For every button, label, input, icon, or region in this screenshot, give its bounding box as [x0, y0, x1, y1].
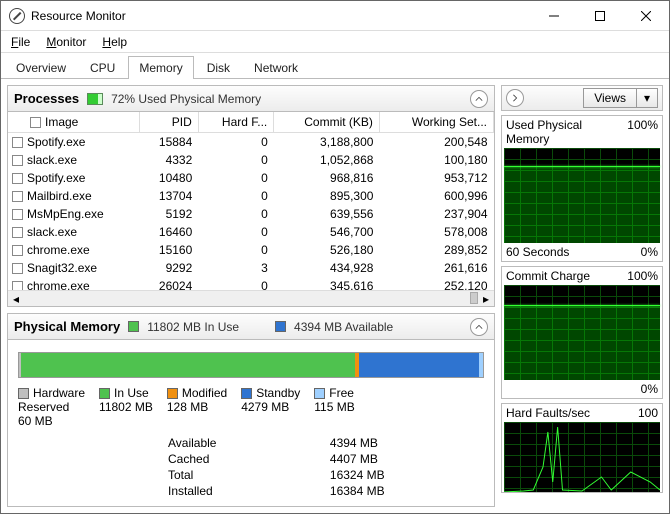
memory-usage-bar-icon: [87, 93, 103, 105]
inuse-text: 11802 MB In Use: [147, 320, 239, 334]
available-text: 4394 MB Available: [294, 320, 393, 334]
row-checkbox[interactable]: [12, 245, 23, 256]
scroll-left-icon[interactable]: ◂: [8, 291, 24, 306]
table-row[interactable]: Snagit32.exe92923434,928261,616: [8, 259, 494, 277]
table-row[interactable]: Spotify.exe104800968,816953,712: [8, 169, 494, 187]
menu-help[interactable]: Help: [96, 33, 133, 51]
col-commit[interactable]: Commit (KB): [274, 112, 380, 133]
tab-disk[interactable]: Disk: [196, 56, 241, 79]
views-label: Views: [584, 91, 636, 105]
memory-stats: Available4394 MB Cached4407 MB Total1632…: [168, 436, 484, 498]
table-row[interactable]: Spotify.exe1588403,188,800200,548: [8, 133, 494, 152]
available-swatch-icon: [275, 321, 286, 332]
graph-used-memory: Used Physical Memory100% 60 Seconds0%: [501, 115, 663, 262]
table-row[interactable]: chrome.exe260240345,616252,120: [8, 277, 494, 290]
row-checkbox[interactable]: [12, 209, 23, 220]
processes-header[interactable]: Processes 72% Used Physical Memory: [8, 86, 494, 112]
memory-legend: HardwareReserved60 MB In Use11802 MB Mod…: [18, 386, 484, 428]
window-title: Resource Monitor: [31, 9, 531, 23]
tab-overview[interactable]: Overview: [5, 56, 77, 79]
close-button[interactable]: [623, 1, 669, 30]
physical-memory-panel: Physical Memory 11802 MB In Use 4394 MB …: [7, 313, 495, 507]
row-checkbox[interactable]: [12, 263, 23, 274]
table-row[interactable]: MsMpEng.exe51920639,556237,904: [8, 205, 494, 223]
legend-inuse: In Use11802 MB: [99, 386, 153, 428]
memory-usage-text: 72% Used Physical Memory: [111, 92, 261, 106]
menu-bar: File Monitor Help: [1, 31, 669, 53]
tab-memory[interactable]: Memory: [128, 56, 193, 79]
tab-bar: Overview CPU Memory Disk Network: [1, 53, 669, 79]
physical-memory-header[interactable]: Physical Memory 11802 MB In Use 4394 MB …: [8, 314, 494, 340]
expand-right-icon[interactable]: [506, 89, 524, 107]
col-hardfaults[interactable]: Hard F...: [198, 112, 274, 133]
scroll-right-icon[interactable]: ▸: [478, 291, 494, 306]
legend-hardware: HardwareReserved60 MB: [18, 386, 85, 428]
inuse-swatch-icon: [128, 321, 139, 332]
processes-title: Processes: [14, 91, 79, 106]
menu-file[interactable]: File: [5, 33, 36, 51]
tab-network[interactable]: Network: [243, 56, 309, 79]
collapse-physmem-icon[interactable]: [470, 318, 488, 336]
views-button[interactable]: Views ▾: [583, 88, 658, 108]
table-row[interactable]: slack.exe164600546,700578,008: [8, 223, 494, 241]
row-checkbox[interactable]: [12, 137, 23, 148]
row-checkbox[interactable]: [12, 227, 23, 238]
app-icon: [9, 8, 25, 24]
legend-standby: Standby4279 MB: [241, 386, 300, 428]
legend-free: Free115 MB: [314, 386, 354, 428]
processes-panel: Processes 72% Used Physical Memory Image…: [7, 85, 495, 307]
graph-commit-charge: Commit Charge100% 0%: [501, 266, 663, 399]
processes-table: Image PID Hard F... Commit (KB) Working …: [8, 112, 494, 290]
table-row[interactable]: chrome.exe151600526,180289,852: [8, 241, 494, 259]
physical-memory-title: Physical Memory: [14, 319, 120, 334]
table-row[interactable]: slack.exe433201,052,868100,180: [8, 151, 494, 169]
col-pid[interactable]: PID: [140, 112, 199, 133]
processes-table-wrapper[interactable]: Image PID Hard F... Commit (KB) Working …: [8, 112, 494, 290]
row-checkbox[interactable]: [12, 155, 23, 166]
row-checkbox[interactable]: [12, 173, 23, 184]
menu-monitor[interactable]: Monitor: [40, 33, 92, 51]
memory-allocation-bar: [18, 352, 484, 378]
minimize-button[interactable]: [531, 1, 577, 30]
title-bar: Resource Monitor: [1, 1, 669, 31]
table-row[interactable]: Mailbird.exe137040895,300600,996: [8, 187, 494, 205]
horizontal-scrollbar[interactable]: ◂ ▸: [8, 290, 494, 306]
legend-modified: Modified128 MB: [167, 386, 227, 428]
collapse-processes-icon[interactable]: [470, 90, 488, 108]
right-panel-header: Views ▾: [501, 85, 663, 111]
graph-hard-faults: Hard Faults/sec100: [501, 403, 663, 493]
row-checkbox[interactable]: [12, 281, 23, 290]
select-all-checkbox[interactable]: [30, 117, 41, 128]
row-checkbox[interactable]: [12, 191, 23, 202]
scroll-thumb[interactable]: [470, 292, 478, 304]
maximize-button[interactable]: [577, 1, 623, 30]
col-image[interactable]: Image: [8, 112, 140, 133]
views-dropdown-icon[interactable]: ▾: [636, 89, 657, 107]
col-workingset[interactable]: Working Set...: [379, 112, 493, 133]
tab-cpu[interactable]: CPU: [79, 56, 126, 79]
